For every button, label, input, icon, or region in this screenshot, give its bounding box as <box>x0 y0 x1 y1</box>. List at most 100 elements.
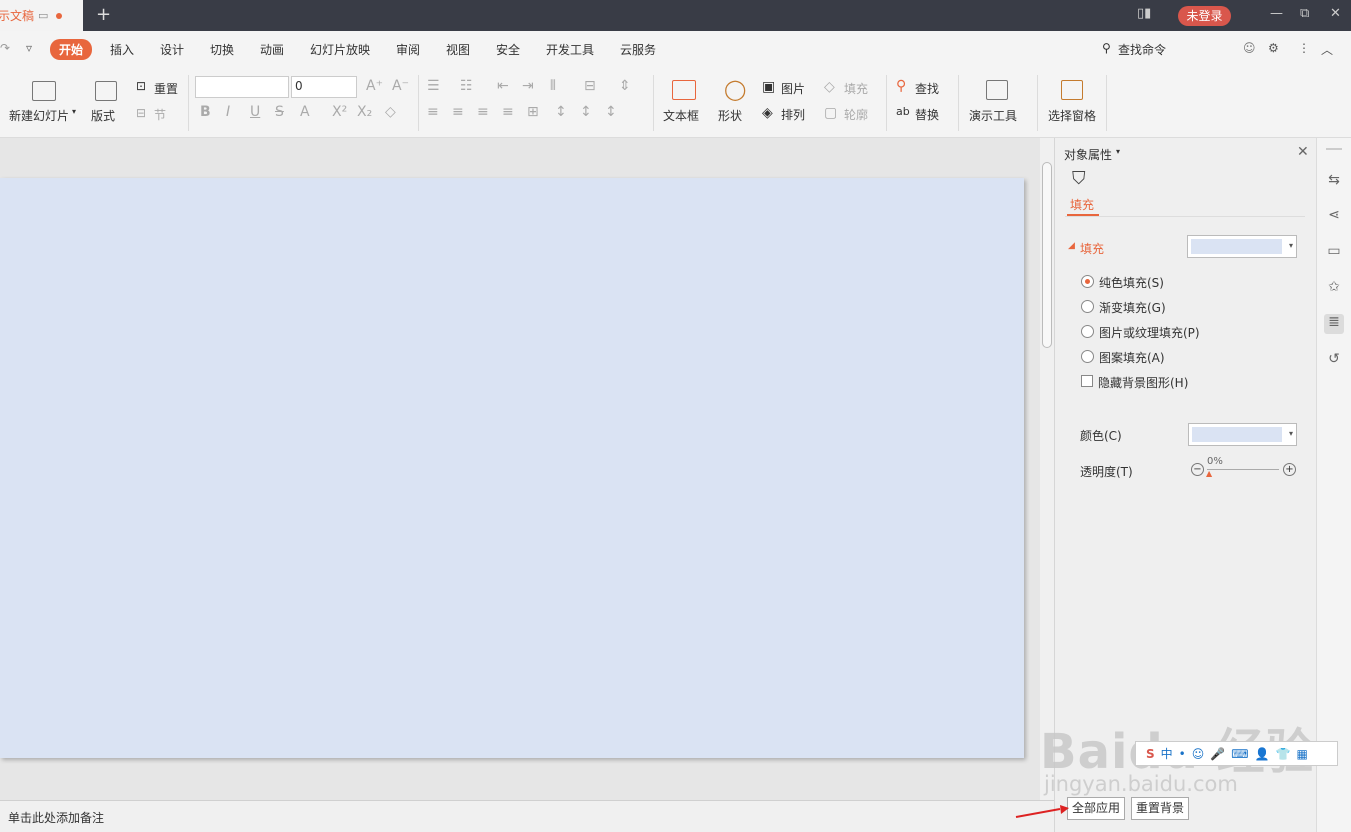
numbering-icon[interactable]: ☷ <box>460 78 473 94</box>
scrollbar-thumb[interactable] <box>1042 162 1052 348</box>
search-icon[interactable]: ⚲ <box>1102 41 1111 55</box>
settings-gear-icon[interactable]: ⚙ <box>1268 41 1279 55</box>
subscript-icon[interactable]: X₂ <box>357 104 372 120</box>
radio-gradient-fill[interactable] <box>1081 300 1094 313</box>
notes-pane[interactable]: 单击此处添加备注 <box>0 800 1054 832</box>
more-icon[interactable]: ⋮ <box>1298 41 1310 55</box>
arrange-icon[interactable]: ◈ <box>762 105 773 121</box>
apply-all-button[interactable]: 全部应用 <box>1067 797 1125 820</box>
distribute-icon[interactable]: ⊞ <box>527 104 539 120</box>
menu-animation[interactable]: 动画 <box>260 41 284 58</box>
fill-color-dropdown[interactable]: ▾ <box>1187 235 1297 258</box>
paragraph-spacing-icon[interactable]: ↕ <box>580 104 592 120</box>
pin-icon[interactable]: ✩ <box>1324 279 1344 299</box>
close-window-icon[interactable]: ✕ <box>1330 6 1341 21</box>
section-collapse-icon[interactable]: ◢ <box>1068 241 1075 251</box>
align-text-icon[interactable]: ⇕ <box>619 78 631 94</box>
picture-button[interactable]: 图片 <box>781 80 805 97</box>
notes-placeholder[interactable]: 单击此处添加备注 <box>8 809 104 826</box>
selection-pane-button[interactable]: 选择窗格 <box>1048 107 1096 124</box>
panel-title[interactable]: 对象属性 <box>1064 146 1112 163</box>
slider-handle[interactable]: ▲ <box>1206 469 1212 478</box>
italic-icon[interactable]: I <box>226 104 230 120</box>
new-tab-button[interactable]: + <box>96 4 111 25</box>
hide-bg-label[interactable]: 隐藏背景图形(H) <box>1098 374 1188 391</box>
superscript-icon[interactable]: X² <box>332 104 347 120</box>
presenter-tools-icon[interactable] <box>986 80 1008 100</box>
presenter-tools-button[interactable]: 演示工具 <box>969 107 1017 124</box>
find-button[interactable]: 查找 <box>915 80 939 97</box>
menu-slideshow[interactable]: 幻灯片放映 <box>310 41 370 58</box>
font-size-box[interactable]: 0 <box>291 76 357 98</box>
underline-icon[interactable]: U <box>250 104 260 120</box>
bold-icon[interactable]: B <box>200 104 211 120</box>
font-name-box[interactable] <box>195 76 289 98</box>
menu-transition[interactable]: 切换 <box>210 41 234 58</box>
shape-icon[interactable]: ◯ <box>724 77 746 101</box>
reset-icon[interactable]: ⊡ <box>136 79 146 93</box>
tray-chinese-icon[interactable]: 中 <box>1161 745 1173 762</box>
tray-dot-icon[interactable]: • <box>1179 747 1186 761</box>
menu-design[interactable]: 设计 <box>160 41 184 58</box>
tray-grid-icon[interactable]: ▦ <box>1296 747 1307 761</box>
decrease-indent-icon[interactable]: ⇤ <box>497 78 509 94</box>
slide-canvas[interactable] <box>0 178 1024 758</box>
shape-button[interactable]: 形状 <box>718 107 742 124</box>
tray-user-icon[interactable]: 👤 <box>1255 747 1270 761</box>
align-right-icon[interactable]: ≡ <box>477 104 489 120</box>
properties-icon[interactable]: ≣ <box>1324 314 1344 334</box>
tray-emoji-icon[interactable]: ☺ <box>1192 747 1205 761</box>
arrange-button[interactable]: 排列 <box>781 106 805 123</box>
align-center-icon[interactable]: ≡ <box>452 104 464 120</box>
quick-access-dropdown-icon[interactable]: ▿ <box>26 41 32 55</box>
tray-mic-icon[interactable]: 🎤 <box>1210 747 1225 761</box>
radio-solid-fill[interactable] <box>1081 275 1094 288</box>
bullets-icon[interactable]: ☰ <box>427 78 440 94</box>
text-direction-icon[interactable]: ⊟ <box>584 78 596 94</box>
tab-fill[interactable]: 填充 <box>1070 196 1094 213</box>
login-button[interactable]: 未登录 <box>1178 6 1231 26</box>
history-icon[interactable]: ↺ <box>1324 351 1344 371</box>
shrink-font-icon[interactable]: A⁻ <box>392 78 409 94</box>
option-solid-fill[interactable]: 纯色填充(S) <box>1099 274 1164 291</box>
minimize-icon[interactable]: — <box>1270 6 1283 21</box>
share-icon[interactable]: ⋖ <box>1324 207 1344 227</box>
switch-icon[interactable]: ⇆ <box>1324 172 1344 192</box>
search-command[interactable]: 查找命令 <box>1118 41 1166 58</box>
grow-font-icon[interactable]: A⁺ <box>366 78 383 94</box>
justify-icon[interactable]: ≡ <box>502 104 514 120</box>
align-left-icon[interactable]: ≡ <box>427 104 439 120</box>
textbox-icon[interactable] <box>672 80 696 100</box>
selection-pane-icon[interactable] <box>1061 80 1083 100</box>
reset-background-button[interactable]: 重置背景 <box>1131 797 1189 820</box>
color-dropdown[interactable]: ▾ <box>1188 423 1297 446</box>
picture-icon[interactable]: ▣ <box>762 79 775 95</box>
menu-home[interactable]: 开始 <box>50 39 93 60</box>
reset-button[interactable]: 重置 <box>154 80 178 97</box>
clear-format-icon[interactable]: ◇ <box>385 104 396 120</box>
close-panel-icon[interactable]: ✕ <box>1297 144 1309 160</box>
minus-icon[interactable]: − <box>1191 463 1204 476</box>
option-gradient-fill[interactable]: 渐变填充(G) <box>1099 299 1166 316</box>
archive-icon[interactable]: ▭ <box>1324 243 1344 263</box>
radio-picture-fill[interactable] <box>1081 325 1094 338</box>
collapse-ribbon-icon[interactable]: ︿ <box>1321 41 1333 58</box>
radio-pattern-fill[interactable] <box>1081 350 1094 363</box>
new-slide-icon[interactable] <box>32 81 56 101</box>
vertical-scrollbar[interactable] <box>1040 138 1054 800</box>
menu-cloud[interactable]: 云服务 <box>620 41 656 58</box>
font-color-icon[interactable]: A <box>300 104 310 120</box>
document-tab[interactable]: 示文稿 ▭ <box>0 0 83 31</box>
tray-keyboard-icon[interactable]: ⌨ <box>1231 747 1248 761</box>
transparency-slider-track[interactable] <box>1207 469 1279 470</box>
paragraph-icon[interactable]: ↕ <box>605 104 617 120</box>
replace-icon[interactable]: ab <box>896 105 910 118</box>
option-pattern-fill[interactable]: 图案填充(A) <box>1099 349 1165 366</box>
redo-icon[interactable]: ↷ <box>0 41 10 55</box>
textbox-button[interactable]: 文本框 <box>663 107 699 124</box>
find-icon[interactable]: ⚲ <box>896 78 906 94</box>
layout-icon[interactable] <box>95 81 117 101</box>
menu-insert[interactable]: 插入 <box>110 41 134 58</box>
restore-icon[interactable]: ⧉ <box>1300 6 1309 21</box>
new-slide-dropdown-icon[interactable]: ▾ <box>72 107 76 116</box>
